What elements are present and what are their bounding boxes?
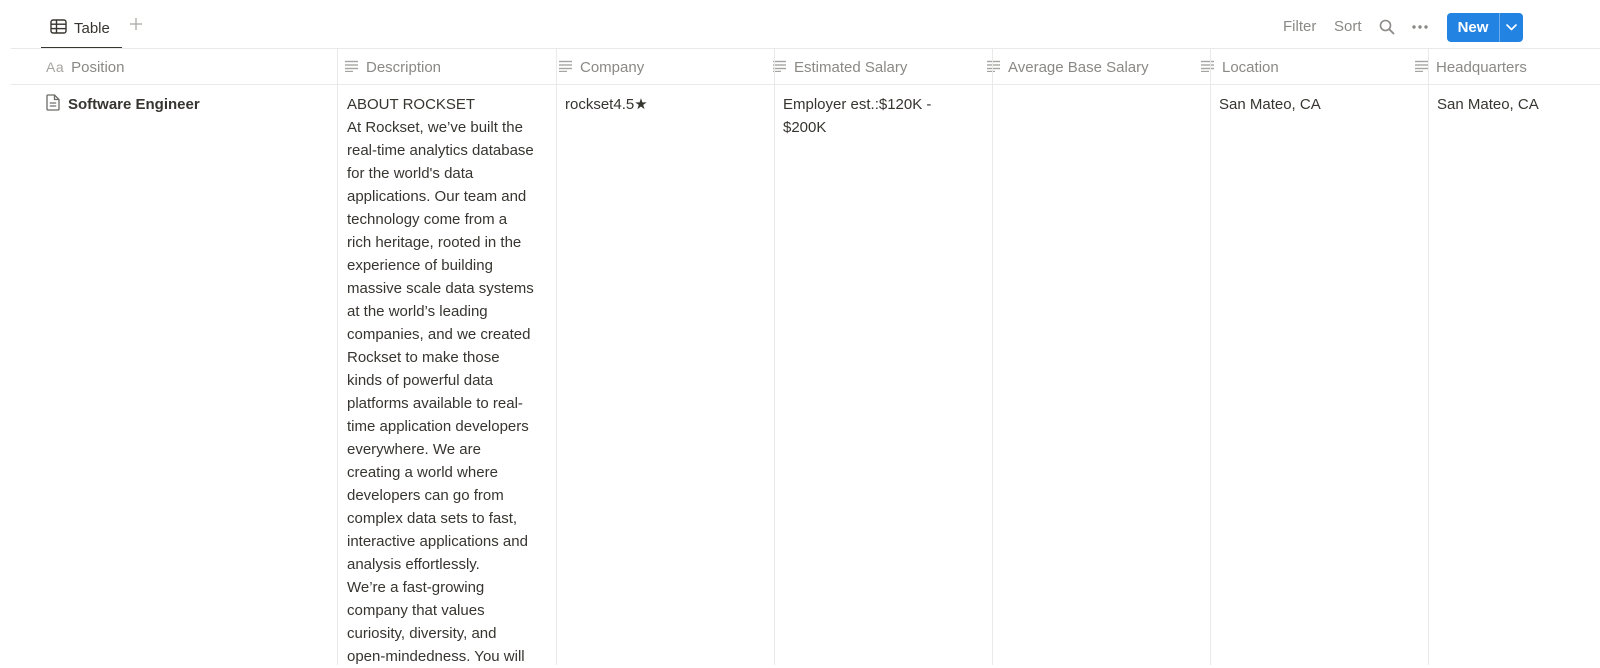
description-line: complex data sets to fast, [347, 510, 518, 527]
more-options-button[interactable] [1409, 16, 1431, 38]
description-line: curiosity, diversity, and [347, 625, 497, 642]
filter-button[interactable]: Filter [1283, 17, 1316, 37]
description-line: kinds of powerful data [347, 372, 493, 389]
description-line: Rockset to make those [347, 349, 500, 366]
column-header-headquarters[interactable]: Headquarters [1401, 49, 1600, 85]
plus-icon [130, 18, 142, 30]
search-icon [1379, 19, 1395, 35]
column-header-label: Company [580, 58, 645, 76]
column-divider [1210, 49, 1211, 665]
description-line: We’re a fast-growing [347, 579, 485, 596]
description-line: technology come from a [347, 211, 508, 228]
description-line: ABOUT ROCKSET [347, 96, 476, 113]
text-property-icon [1414, 59, 1429, 76]
estimated-salary-line: $200K [783, 119, 827, 136]
description-line: rich heritage, rooted in the [347, 234, 522, 251]
company-value: rockset4.5★ [565, 96, 648, 113]
column-header-average-base-salary[interactable]: Average Base Salary [973, 49, 1187, 85]
description-line: at the world’s leading [347, 303, 488, 320]
sort-button[interactable]: Sort [1334, 17, 1362, 37]
page-icon [46, 94, 60, 115]
estimated-salary-line: Employer est.:$120K - [783, 96, 932, 113]
description-line: company that values [347, 602, 485, 619]
description-line: applications. Our team and [347, 188, 527, 205]
description-line: At Rockset, we’ve built the [347, 119, 523, 136]
column-divider [1428, 49, 1429, 665]
column-header-label: Estimated Salary [794, 58, 908, 76]
description-line: platforms available to real- [347, 395, 523, 412]
location-cell[interactable]: San Mateo, CA [1210, 93, 1428, 116]
text-property-icon [558, 59, 573, 76]
column-header-label: Position [71, 58, 125, 76]
chevron-down-icon [1506, 24, 1517, 31]
column-header-position[interactable]: Aa Position [33, 49, 331, 85]
column-header-label: Location [1222, 58, 1279, 76]
column-divider [774, 49, 775, 665]
description-line: for the world's data [347, 165, 474, 182]
description-line: real-time analytics database [347, 142, 534, 159]
description-line: companies, and we created [347, 326, 531, 343]
location-value: San Mateo, CA [1219, 96, 1321, 113]
column-header-description[interactable]: Description [331, 49, 545, 85]
more-horizontal-icon [1412, 25, 1428, 29]
description-line: developers can go from [347, 487, 504, 504]
table-icon [50, 18, 67, 38]
new-dropdown-button[interactable] [1500, 13, 1523, 42]
column-divider [556, 49, 557, 665]
column-header-label: Headquarters [1436, 58, 1527, 76]
description-line: experience of building [347, 257, 493, 274]
company-cell[interactable]: rockset4.5★ [556, 93, 774, 116]
column-header-company[interactable]: Company [545, 49, 759, 85]
title-property-icon: Aa [46, 59, 65, 75]
add-view-button[interactable] [126, 14, 146, 34]
column-divider [992, 49, 993, 665]
description-line: everywhere. We are [347, 441, 481, 458]
column-header-label: Average Base Salary [1008, 58, 1149, 76]
position-cell[interactable]: Software Engineer [46, 93, 200, 116]
headquarters-cell[interactable]: San Mateo, CA [1428, 93, 1600, 116]
description-value: ABOUT ROCKSET At Rockset, we’ve built the… [347, 93, 547, 668]
estimated-salary-cell[interactable]: Employer est.:$120K - $200K [774, 93, 992, 139]
view-tab-table[interactable]: Table [41, 8, 122, 49]
description-line: massive scale data systems [347, 280, 534, 297]
position-value: Software Engineer [68, 96, 200, 113]
new-button-main[interactable]: New [1447, 13, 1499, 42]
headquarters-value: San Mateo, CA [1437, 96, 1539, 113]
column-header-location[interactable]: Location [1187, 49, 1401, 85]
search-button[interactable] [1376, 16, 1398, 38]
description-line: analysis effortlessly. [347, 556, 480, 573]
description-line: time application developers [347, 418, 529, 435]
view-toolbar: Table Filter Sort New [0, 0, 1600, 49]
text-property-icon [1200, 59, 1215, 76]
text-property-icon [344, 59, 359, 76]
description-cell[interactable]: ABOUT ROCKSET At Rockset, we’ve built the… [338, 93, 556, 668]
text-property-icon [986, 59, 1001, 76]
column-header-estimated-salary[interactable]: Estimated Salary [759, 49, 973, 85]
description-line: creating a world where [347, 464, 498, 481]
view-tab-label: Table [74, 19, 110, 37]
column-header-label: Description [366, 58, 442, 76]
table-header-row: Aa Position Description Company Estimate… [11, 49, 1600, 85]
new-button: New [1447, 13, 1523, 42]
description-line: interactive applications and [347, 533, 528, 550]
header-divider [11, 84, 1600, 85]
